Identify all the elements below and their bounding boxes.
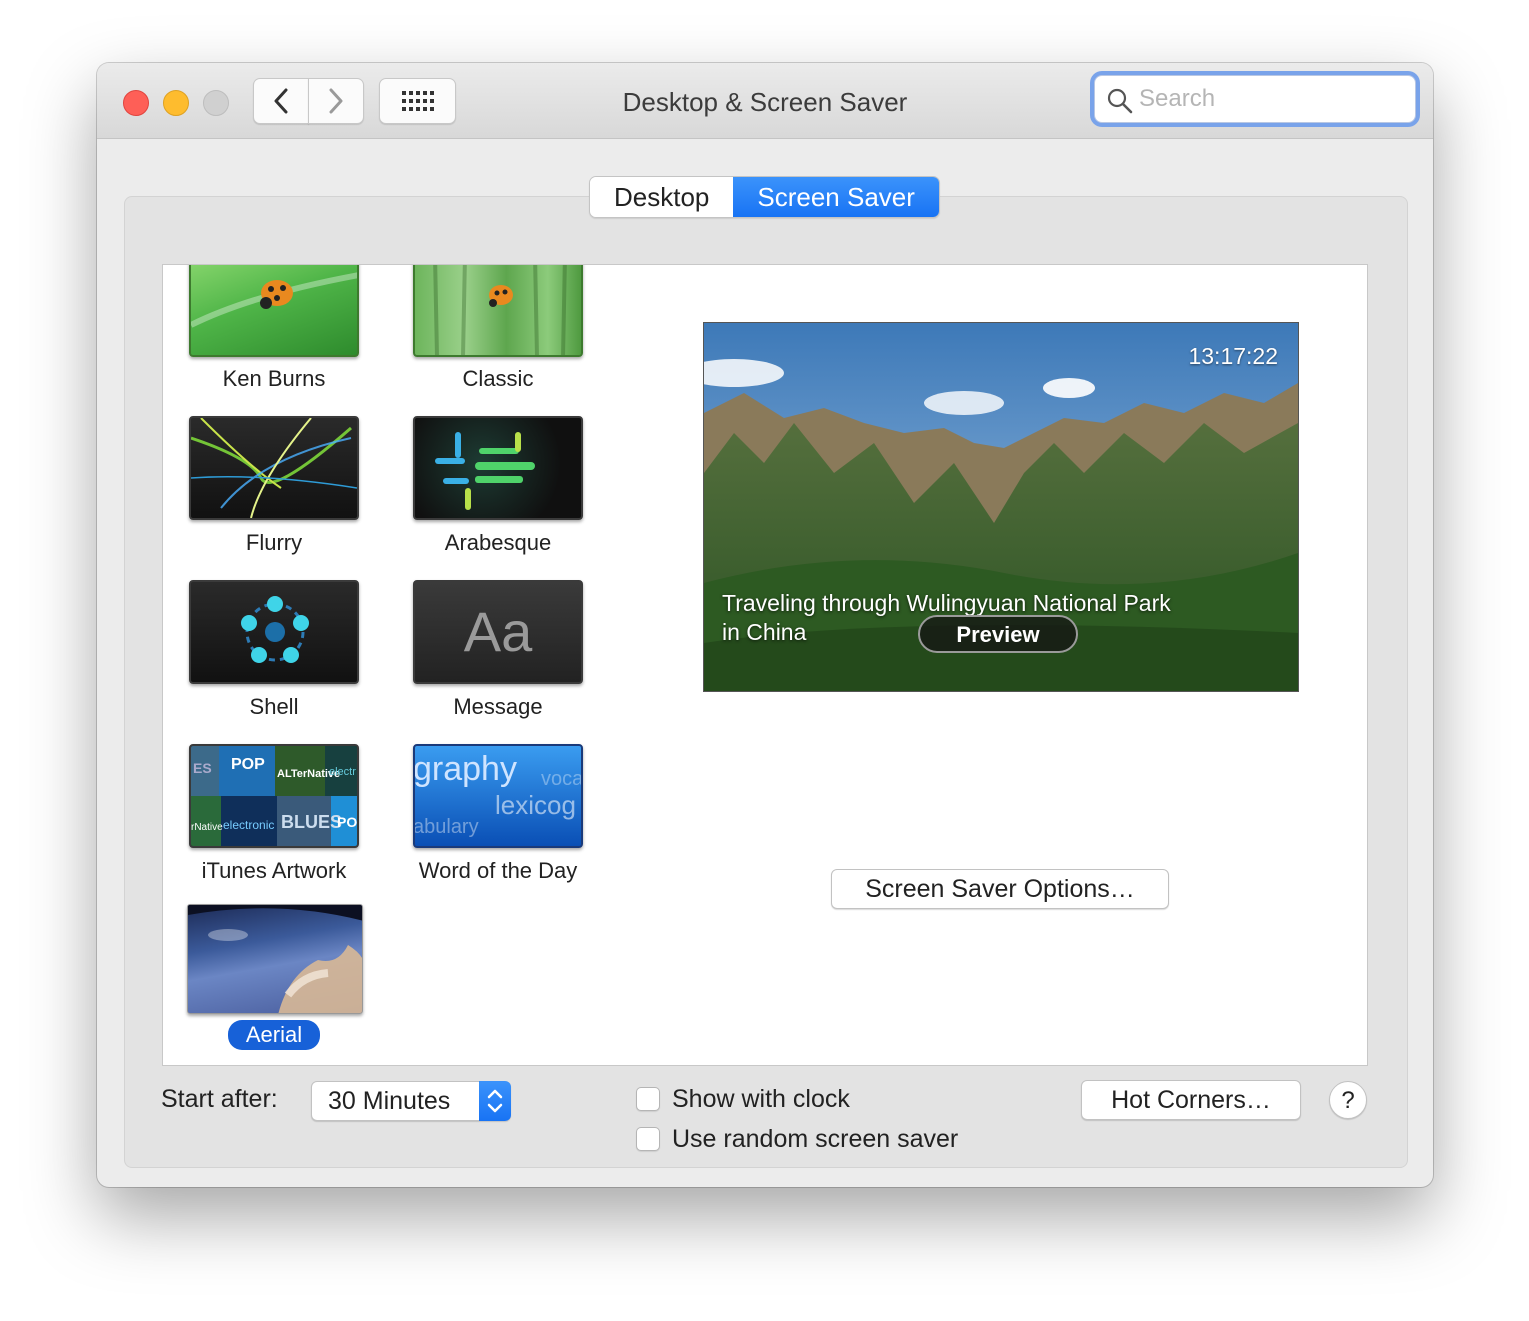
saver-label: Word of the Day <box>418 858 578 883</box>
saver-label: Arabesque <box>444 530 552 555</box>
shell-flower-icon <box>241 596 309 663</box>
saver-label: Ken Burns <box>222 366 326 391</box>
help-button[interactable]: ? <box>1329 1081 1367 1119</box>
itunes-word: PO <box>337 814 358 830</box>
message-glyph: Aa <box>463 600 533 663</box>
message-thumbnail: Aa <box>413 580 583 684</box>
word-of-the-day-thumbnail: graphy voca lexicog abulary <box>413 744 583 848</box>
start-after-select[interactable]: 30 Minutes <box>311 1081 511 1121</box>
earth-clouds-icon <box>188 905 362 1013</box>
itunes-word: BLUES <box>281 812 343 832</box>
itunes-artwork-thumbnail: ES POP ALTerNative electr rNative electr… <box>189 744 359 848</box>
select-stepper[interactable] <box>479 1081 511 1121</box>
search-input[interactable] <box>1137 82 1401 116</box>
random-screen-saver-checkbox[interactable] <box>636 1127 660 1151</box>
preview-pane: 13:17:22 Traveling through Wulingyuan Na… <box>635 264 1368 1066</box>
itunes-word: electr <box>329 766 356 778</box>
ladybug-icon <box>191 272 357 328</box>
saver-label-selected: Aerial <box>164 1020 384 1050</box>
saver-label: Flurry <box>245 530 303 555</box>
screen-saver-preview[interactable]: 13:17:22 Traveling through Wulingyuan Na… <box>703 322 1299 692</box>
hot-corners-button[interactable]: Hot Corners… <box>1081 1080 1301 1120</box>
titlebar: Desktop & Screen Saver <box>97 63 1433 139</box>
tab-screen-saver[interactable]: Screen Saver <box>733 177 939 217</box>
arabesque-thumbnail <box>413 416 583 520</box>
start-after-value: 30 Minutes <box>328 1087 451 1115</box>
itunes-word: electronic <box>223 818 275 832</box>
flurry-thumbnail <box>189 416 359 520</box>
itunes-word: POP <box>231 756 265 773</box>
word-voca: voca <box>541 768 583 790</box>
shell-thumbnail <box>189 580 359 684</box>
saver-label: Message <box>453 694 543 719</box>
preview-button[interactable]: Preview <box>918 615 1078 653</box>
word-lexicog: lexicog <box>495 790 576 820</box>
screen-saver-list[interactable]: Ken Burns Classic Flurry Arabesque Shell… <box>162 264 636 1066</box>
aerial-thumbnail <box>187 904 363 1014</box>
search-icon <box>1107 88 1133 114</box>
arabesque-dots-icon <box>435 432 535 510</box>
saver-label: Shell <box>249 694 299 719</box>
chevron-up-down-icon <box>487 1089 503 1113</box>
ladybug-icon <box>433 265 567 355</box>
caption-line-1: Traveling through Wulingyuan National Pa… <box>722 590 1171 616</box>
preferences-window: Desktop & Screen Saver Desktop Screen Sa… <box>97 63 1433 1187</box>
show-with-clock-label[interactable]: Show with clock <box>672 1085 850 1114</box>
show-with-clock-checkbox[interactable] <box>636 1087 660 1111</box>
saver-label: iTunes Artwork <box>201 858 347 883</box>
itunes-word: ES <box>193 760 212 776</box>
search-field[interactable] <box>1094 75 1416 123</box>
word-abulary: abulary <box>413 816 479 838</box>
aerial-label: Aerial <box>227 1020 321 1050</box>
itunes-word: rNative <box>191 822 223 833</box>
start-after-label: Start after: <box>161 1085 278 1113</box>
tab-desktop[interactable]: Desktop <box>590 177 734 217</box>
ken-burns-thumbnail <box>189 265 359 357</box>
random-screen-saver-label[interactable]: Use random screen saver <box>672 1125 958 1154</box>
tab-bar: Desktop Screen Saver <box>589 176 940 218</box>
word-graphy: graphy <box>413 750 517 788</box>
flurry-streaks-icon <box>191 418 357 518</box>
screen-saver-options-button[interactable]: Screen Saver Options… <box>831 869 1169 909</box>
classic-thumbnail <box>413 265 583 357</box>
preview-clock: 13:17:22 <box>1188 343 1278 369</box>
saver-label: Classic <box>462 366 534 391</box>
